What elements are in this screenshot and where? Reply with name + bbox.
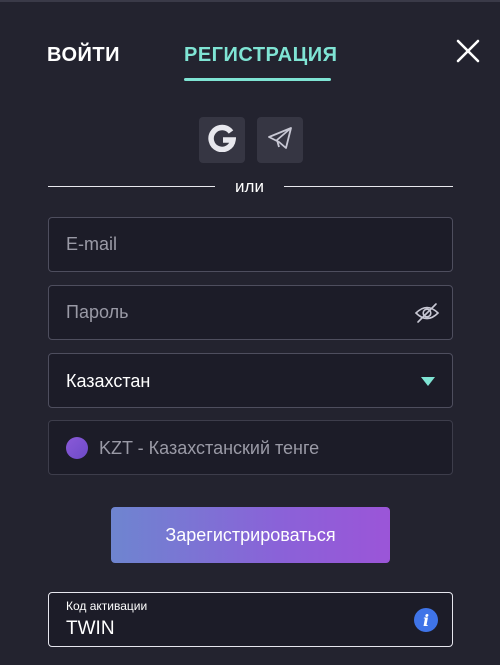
telegram-icon: [266, 125, 294, 156]
country-select-value: Казахстан: [66, 371, 151, 391]
activation-code-field[interactable]: [66, 617, 396, 641]
currency-icon: [66, 437, 88, 459]
register-button[interactable]: Зарегистрироваться: [111, 507, 390, 563]
tab-register[interactable]: РЕГИСТРАЦИЯ: [184, 44, 337, 67]
currency-select[interactable]: KZT - Казахстанский тенге: [48, 420, 453, 475]
password-field-wrapper: [48, 285, 453, 340]
country-select[interactable]: Казахстан: [48, 353, 453, 408]
divider-line-left: [48, 186, 215, 187]
currency-select-value: KZT - Казахстанский тенге: [99, 438, 320, 458]
activation-code-field-wrapper: Код активации i: [48, 592, 453, 647]
telegram-login-button[interactable]: [257, 117, 303, 163]
email-field-wrapper: [48, 217, 453, 272]
registration-modal: ВОЙТИ РЕГИСТРАЦИЯ или E-mail Казахстан K…: [0, 0, 500, 665]
tab-login[interactable]: ВОЙТИ: [47, 44, 120, 67]
info-icon[interactable]: i: [414, 608, 438, 632]
divider-line-right: [284, 186, 453, 187]
email-field[interactable]: [66, 218, 406, 271]
divider-text: или: [235, 177, 264, 196]
google-login-button[interactable]: [199, 117, 245, 163]
google-icon: [208, 124, 237, 157]
eye-off-icon[interactable]: [414, 302, 440, 324]
close-icon[interactable]: [455, 38, 481, 64]
activation-code-label: Код активации: [66, 599, 148, 613]
password-field[interactable]: [66, 286, 406, 339]
active-tab-indicator: [184, 78, 331, 81]
chevron-down-icon: [421, 377, 435, 386]
